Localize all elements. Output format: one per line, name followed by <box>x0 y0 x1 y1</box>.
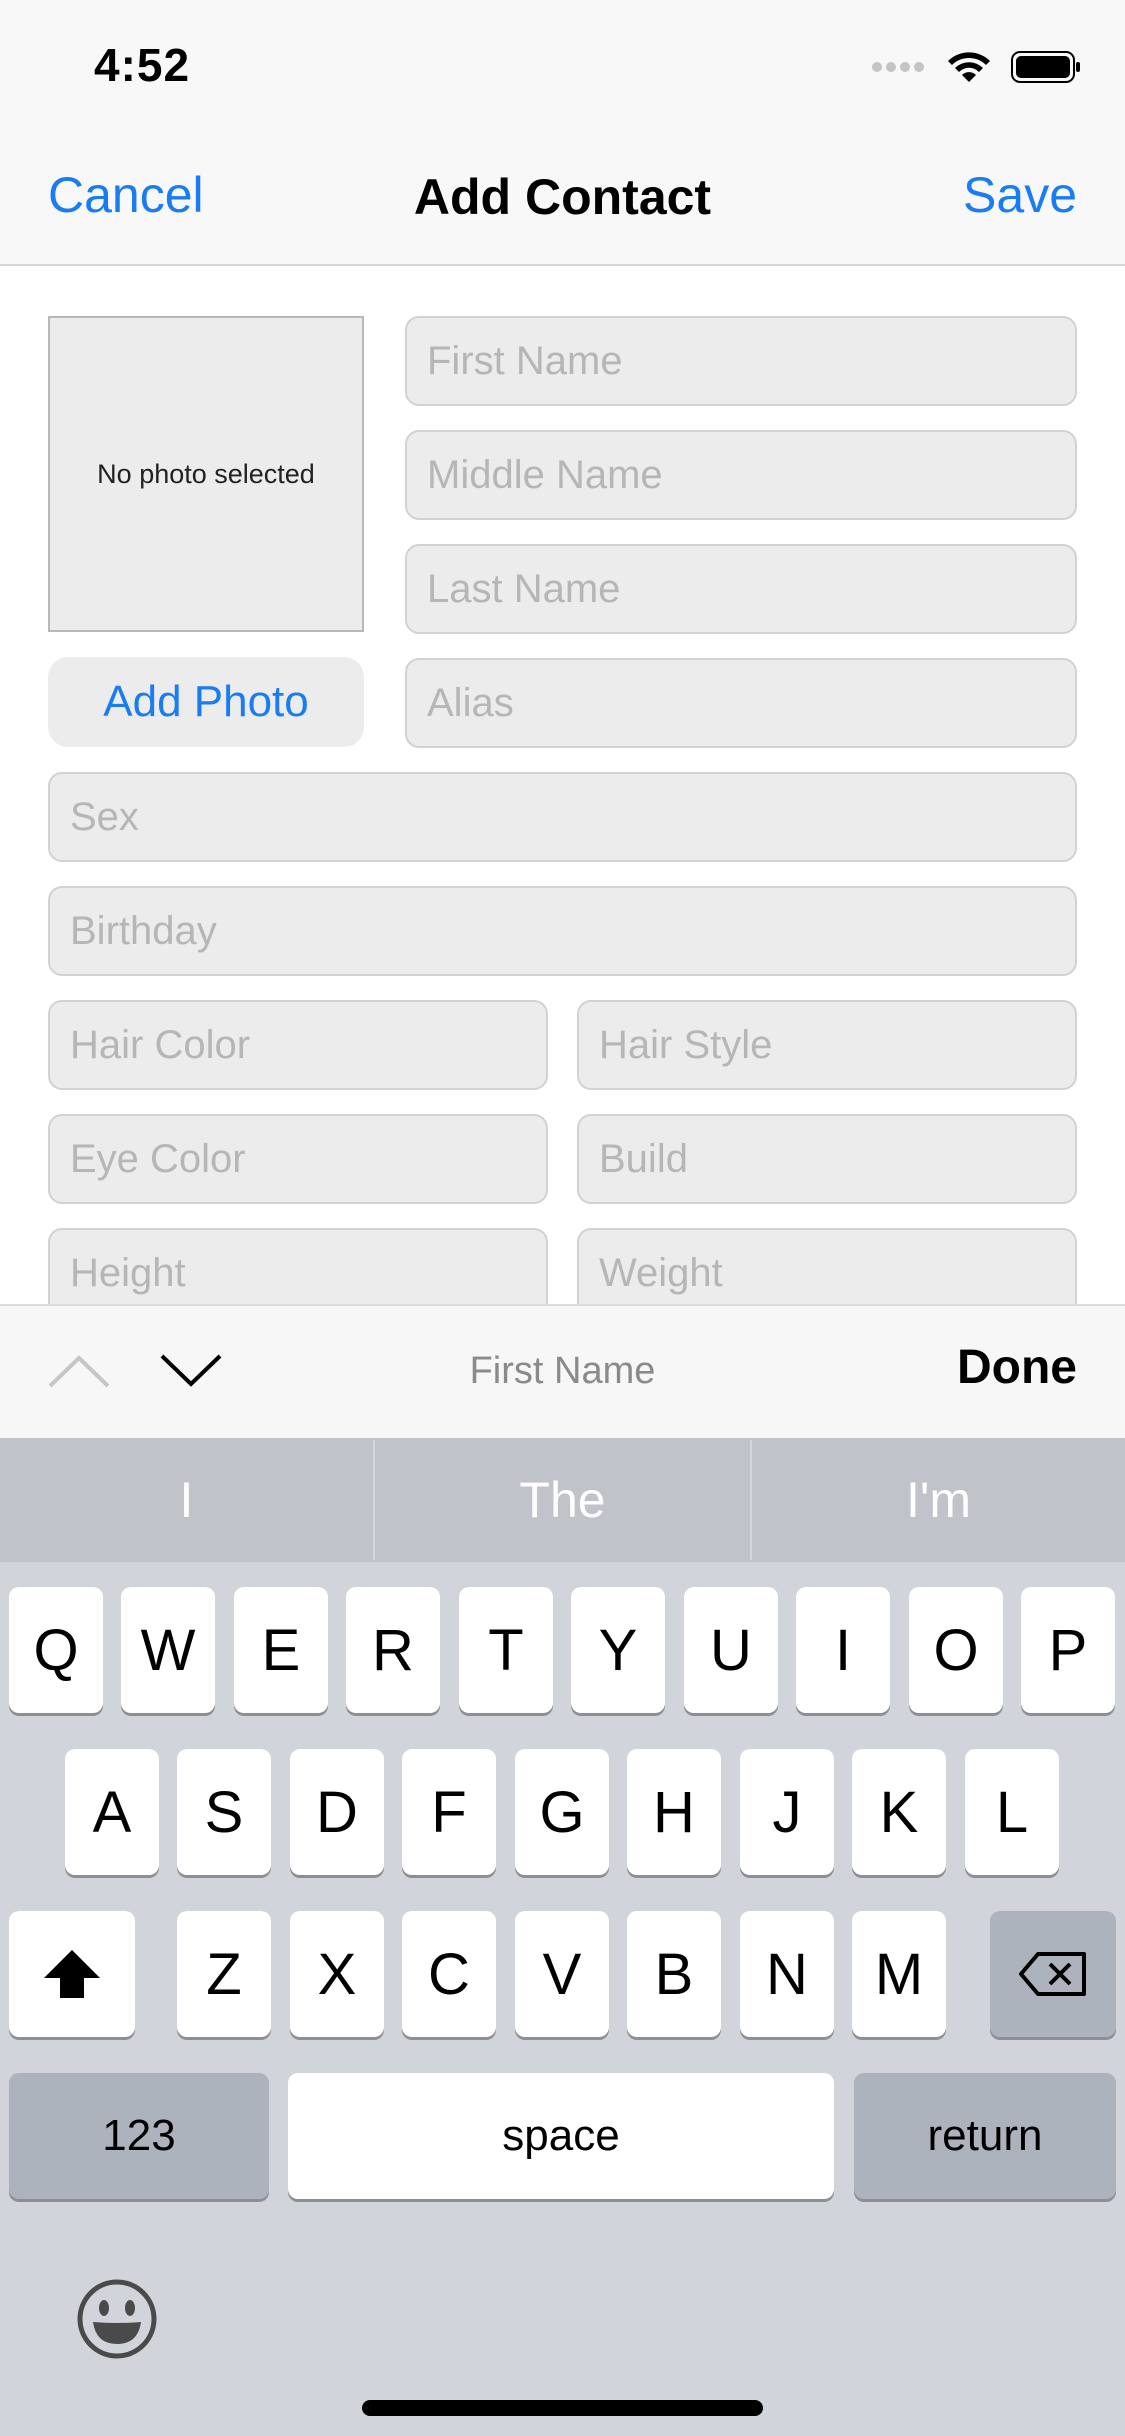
key-d[interactable]: D <box>290 1749 384 1875</box>
page-title: Add Contact <box>413 169 712 225</box>
key-r[interactable]: R <box>346 1587 440 1713</box>
key-p[interactable]: P <box>1021 1587 1115 1713</box>
shift-key[interactable] <box>9 1911 135 2037</box>
key-z[interactable]: Z <box>177 1911 271 2037</box>
key-m[interactable]: M <box>852 1911 946 2037</box>
key-t[interactable]: T <box>459 1587 553 1713</box>
key-g[interactable]: G <box>515 1749 609 1875</box>
key-y[interactable]: Y <box>571 1587 665 1713</box>
build-field[interactable] <box>577 1114 1077 1204</box>
key-k[interactable]: K <box>852 1749 946 1875</box>
key-b[interactable]: B <box>627 1911 721 2037</box>
key-v[interactable]: V <box>515 1911 609 2037</box>
eye-color-field[interactable] <box>48 1114 548 1204</box>
done-button[interactable]: Done <box>957 1340 1077 1395</box>
birthday-field[interactable] <box>48 886 1077 976</box>
space-key[interactable]: space <box>288 2073 834 2199</box>
key-w[interactable]: W <box>121 1587 215 1713</box>
emoji-icon[interactable] <box>76 2278 158 2360</box>
key-i[interactable]: I <box>796 1587 890 1713</box>
wifi-icon <box>948 52 990 82</box>
photo-placeholder-text: No photo selected <box>97 458 315 489</box>
last-name-field[interactable] <box>405 544 1077 634</box>
cellular-signal-icon <box>872 62 924 72</box>
hair-color-field[interactable] <box>48 1000 548 1090</box>
key-a[interactable]: A <box>65 1749 159 1875</box>
return-key[interactable]: return <box>854 2073 1116 2199</box>
key-x[interactable]: X <box>290 1911 384 2037</box>
first-name-field[interactable] <box>405 316 1077 406</box>
key-f[interactable]: F <box>402 1749 496 1875</box>
suggestion-3[interactable]: I'm <box>752 1438 1125 1562</box>
home-indicator[interactable] <box>362 2400 763 2416</box>
key-o[interactable]: O <box>909 1587 1003 1713</box>
add-photo-button[interactable]: Add Photo <box>48 657 364 747</box>
suggestion-1[interactable]: I <box>0 1438 373 1562</box>
middle-name-field[interactable] <box>405 430 1077 520</box>
key-c[interactable]: C <box>402 1911 496 2037</box>
shift-icon <box>44 1950 100 1998</box>
photo-preview: No photo selected <box>48 316 364 632</box>
suggestion-2[interactable]: The <box>375 1438 750 1562</box>
key-n[interactable]: N <box>740 1911 834 2037</box>
numbers-key[interactable]: 123 <box>9 2073 269 2199</box>
backspace-icon <box>1019 1952 1086 1996</box>
key-e[interactable]: E <box>234 1587 328 1713</box>
key-s[interactable]: S <box>177 1749 271 1875</box>
battery-icon <box>1011 51 1080 83</box>
save-button[interactable]: Save <box>963 166 1077 224</box>
alias-field[interactable] <box>405 658 1077 748</box>
key-l[interactable]: L <box>965 1749 1059 1875</box>
status-icons <box>871 50 1081 84</box>
backspace-key[interactable] <box>990 1911 1116 2037</box>
status-time: 4:52 <box>94 39 191 91</box>
hair-style-field[interactable] <box>577 1000 1077 1090</box>
key-j[interactable]: J <box>740 1749 834 1875</box>
sex-field[interactable] <box>48 772 1077 862</box>
key-h[interactable]: H <box>627 1749 721 1875</box>
key-q[interactable]: Q <box>9 1587 103 1713</box>
key-u[interactable]: U <box>684 1587 778 1713</box>
